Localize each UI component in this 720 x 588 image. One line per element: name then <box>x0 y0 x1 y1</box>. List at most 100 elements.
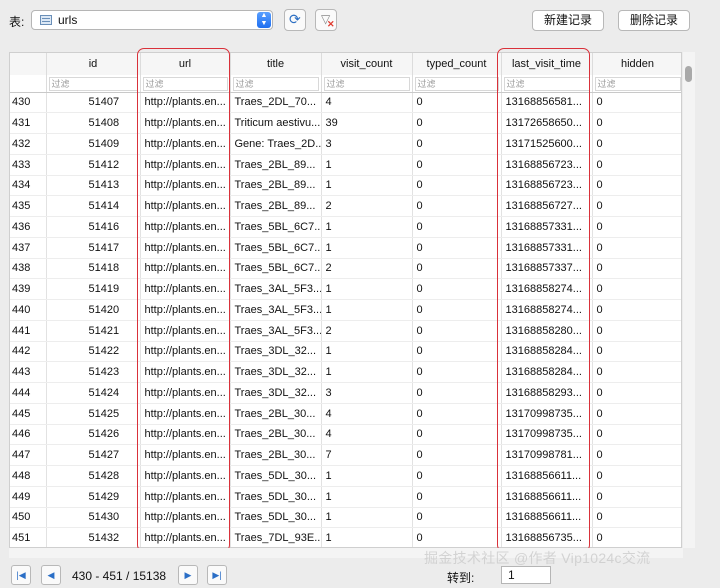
table-cell[interactable]: 4 <box>321 92 413 114</box>
table-cell[interactable]: 0 <box>412 403 502 425</box>
table-cell[interactable]: 13172658650... <box>501 112 593 134</box>
table-cell[interactable]: 13168858293... <box>501 382 593 404</box>
table-cell[interactable]: 51429 <box>46 486 141 508</box>
table-cell[interactable]: Traes_5BL_6C7... <box>230 216 322 238</box>
table-cell[interactable]: 0 <box>592 341 681 363</box>
table-cell[interactable]: 0 <box>592 299 681 321</box>
column-header[interactable]: url <box>140 53 231 75</box>
table-cell[interactable]: 0 <box>592 424 681 446</box>
table-cell[interactable]: Traes_7DL_93E... <box>230 527 322 547</box>
table-cell[interactable]: 0 <box>592 278 681 300</box>
table-cell[interactable]: Traes_2BL_30... <box>230 424 322 446</box>
table-row[interactable]: 430 51407 http://plants.en... Traes_2DL_70.… <box>10 92 681 114</box>
table-cell[interactable]: http://plants.en... <box>140 112 231 134</box>
table-cell[interactable]: 0 <box>412 341 502 363</box>
table-row[interactable]: 450 51430 http://plants.en... Traes_5DL_30.… <box>10 507 681 529</box>
table-cell[interactable]: Traes_2BL_30... <box>230 444 322 466</box>
table-cell[interactable]: 0 <box>592 195 681 217</box>
table-cell[interactable]: 51422 <box>46 341 141 363</box>
table-cell[interactable]: 0 <box>592 133 681 155</box>
table-cell[interactable]: http://plants.en... <box>140 299 231 321</box>
table-cell[interactable]: http://plants.en... <box>140 361 231 383</box>
scrollbar-thumb[interactable] <box>685 66 692 82</box>
table-cell[interactable]: http://plants.en... <box>140 465 231 487</box>
table-row[interactable]: 447 51427 http://plants.en... Traes_2BL_30.… <box>10 444 681 466</box>
filter-input[interactable]: 过滤 <box>594 76 681 91</box>
last-page-button[interactable]: ▶| <box>207 565 227 585</box>
refresh-button[interactable]: ⟳ <box>284 9 306 31</box>
table-cell[interactable]: 0 <box>412 237 502 259</box>
column-header[interactable]: typed_count <box>412 53 502 75</box>
table-cell[interactable]: 0 <box>592 92 681 114</box>
table-cell[interactable]: 2 <box>321 258 413 280</box>
table-cell[interactable]: Traes_5BL_6C7... <box>230 237 322 259</box>
table-cell[interactable]: 0 <box>592 320 681 342</box>
table-cell[interactable]: 13168858274... <box>501 278 593 300</box>
table-row[interactable]: 449 51429 http://plants.en... Traes_5DL_30.… <box>10 486 681 508</box>
filter-input[interactable]: 过滤 <box>503 76 590 91</box>
table-cell[interactable]: 0 <box>412 527 502 547</box>
table-cell[interactable]: 51427 <box>46 444 141 466</box>
table-cell[interactable]: 1 <box>321 299 413 321</box>
table-cell[interactable]: http://plants.en... <box>140 154 231 176</box>
table-row[interactable]: 433 51412 http://plants.en... Traes_2BL_89.… <box>10 154 681 176</box>
table-row[interactable]: 431 51408 http://plants.en... Triticum aest… <box>10 112 681 134</box>
table-cell[interactable]: http://plants.en... <box>140 486 231 508</box>
table-cell[interactable]: http://plants.en... <box>140 278 231 300</box>
table-cell[interactable]: 51412 <box>46 154 141 176</box>
table-cell[interactable]: 0 <box>412 444 502 466</box>
table-cell[interactable]: 51408 <box>46 112 141 134</box>
column-header[interactable]: title <box>230 53 322 75</box>
table-cell[interactable]: 13168856723... <box>501 175 593 197</box>
table-cell[interactable]: Gene: Traes_2D... <box>230 133 322 155</box>
filter-input[interactable]: 过滤 <box>414 76 499 91</box>
table-cell[interactable]: http://plants.en... <box>140 195 231 217</box>
table-cell[interactable]: 0 <box>592 486 681 508</box>
table-cell[interactable]: 51421 <box>46 320 141 342</box>
table-cell[interactable]: Traes_3AL_5F3... <box>230 299 322 321</box>
table-cell[interactable]: http://plants.en... <box>140 320 231 342</box>
table-cell[interactable]: Triticum aestivu... <box>230 112 322 134</box>
table-cell[interactable]: 13170998735... <box>501 403 593 425</box>
table-cell[interactable]: 0 <box>412 424 502 446</box>
table-cell[interactable]: 13168858284... <box>501 361 593 383</box>
table-row[interactable]: 442 51422 http://plants.en... Traes_3DL_32.… <box>10 341 681 363</box>
table-cell[interactable]: 13168856611... <box>501 507 593 529</box>
first-page-button[interactable]: |◀ <box>11 565 31 585</box>
goto-page-input[interactable]: 1 <box>501 566 551 584</box>
table-cell[interactable]: 13168856735... <box>501 527 593 547</box>
table-row[interactable]: 438 51418 http://plants.en... Traes_5BL_6C7… <box>10 258 681 280</box>
clear-filter-button[interactable]: ▽ ✕ <box>315 9 337 31</box>
table-cell[interactable]: 51428 <box>46 465 141 487</box>
table-cell[interactable]: Traes_3DL_32... <box>230 341 322 363</box>
table-cell[interactable]: http://plants.en... <box>140 424 231 446</box>
table-cell[interactable]: Traes_5DL_30... <box>230 465 322 487</box>
table-cell[interactable]: 0 <box>412 320 502 342</box>
table-cell[interactable]: 1 <box>321 278 413 300</box>
column-header[interactable]: hidden <box>592 53 681 75</box>
filter-input[interactable]: 过滤 <box>232 76 319 91</box>
table-cell[interactable]: 51420 <box>46 299 141 321</box>
table-cell[interactable]: 1 <box>321 527 413 547</box>
table-cell[interactable]: 0 <box>412 465 502 487</box>
table-cell[interactable]: 13171525600... <box>501 133 593 155</box>
table-cell[interactable]: 0 <box>412 133 502 155</box>
table-cell[interactable]: 51417 <box>46 237 141 259</box>
table-cell[interactable]: 13168856723... <box>501 154 593 176</box>
table-cell[interactable]: 0 <box>412 175 502 197</box>
table-cell[interactable]: 51419 <box>46 278 141 300</box>
table-cell[interactable]: 13168857331... <box>501 216 593 238</box>
table-cell[interactable]: http://plants.en... <box>140 444 231 466</box>
table-cell[interactable]: http://plants.en... <box>140 216 231 238</box>
table-cell[interactable]: 4 <box>321 403 413 425</box>
vertical-scrollbar[interactable] <box>683 52 695 548</box>
table-cell[interactable]: 13168857337... <box>501 258 593 280</box>
filter-input[interactable]: 过滤 <box>323 76 410 91</box>
new-record-button[interactable]: 新建记录 <box>532 10 604 31</box>
table-cell[interactable]: 0 <box>412 154 502 176</box>
table-cell[interactable]: Traes_3DL_32... <box>230 382 322 404</box>
table-row[interactable]: 441 51421 http://plants.en... Traes_3AL_5F3… <box>10 320 681 342</box>
table-cell[interactable]: 0 <box>412 112 502 134</box>
table-cell[interactable]: 13168856727... <box>501 195 593 217</box>
table-row[interactable]: 432 51409 http://plants.en... Gene: Traes_2… <box>10 133 681 155</box>
